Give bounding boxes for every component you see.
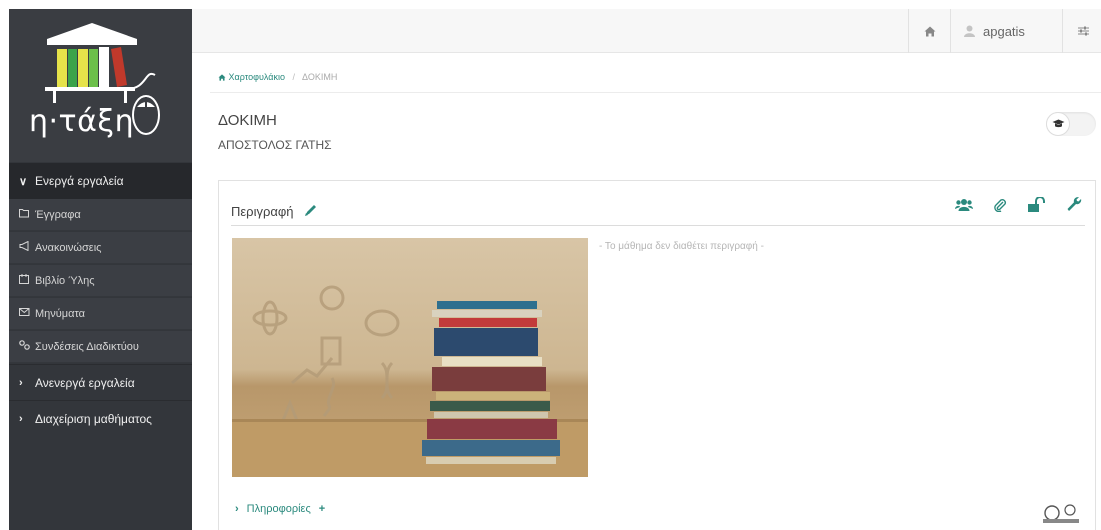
plus-icon: + xyxy=(318,503,326,515)
divider xyxy=(210,92,1101,93)
sidebar-item-syllabus[interactable]: Βιβλίο Ύλης xyxy=(9,265,192,297)
logo-emblem-icon xyxy=(45,23,160,135)
chevron-right-icon: › xyxy=(235,503,239,515)
home-icon xyxy=(924,26,936,36)
bullhorn-icon xyxy=(19,240,35,254)
envelope-icon xyxy=(19,307,35,320)
chevron-right-icon: › xyxy=(19,376,23,389)
divider xyxy=(1062,9,1063,53)
course-description-panel: Περιγραφή - Το μάθημα δεν διαθέτει περιγ… xyxy=(218,180,1096,530)
sidebar-item-label: Βιβλίο Ύλης xyxy=(35,274,95,287)
section-course-admin-label: Διαχείριση μαθήματος xyxy=(35,411,152,426)
sidebar-item-documents[interactable]: Έγγραφα xyxy=(9,199,192,231)
student-view-toggle[interactable] xyxy=(1046,112,1096,136)
no-description-text: - Το μάθημα δεν διαθέτει περιγραφή - xyxy=(599,241,764,252)
course-image-illustration xyxy=(232,285,588,477)
brand-name: η·τάξη xyxy=(29,104,135,139)
users-icon xyxy=(955,199,973,211)
username: apgatis xyxy=(983,23,1025,39)
sidebar-item-label: Συνδέσεις Διαδικτύου xyxy=(35,340,139,353)
top-bar: apgatis xyxy=(192,9,1101,53)
logo[interactable]: η·τάξη xyxy=(9,9,192,162)
sidebar-item-messages[interactable]: Μηνύματα xyxy=(9,298,192,330)
sidebar-item-label: Ανακοινώσεις xyxy=(35,241,102,254)
user-menu[interactable]: apgatis xyxy=(952,9,1062,53)
edit-description-button[interactable] xyxy=(304,203,318,220)
panel-title: Περιγραφή xyxy=(231,204,294,219)
course-image xyxy=(232,238,588,477)
creative-commons-license-icon[interactable] xyxy=(1043,503,1079,523)
panel-header: Περιγραφή xyxy=(231,203,318,220)
chevron-down-icon: ∨ xyxy=(19,175,28,188)
breadcrumb-separator: / xyxy=(292,72,296,82)
section-inactive-tools[interactable]: › Ανενεργά εργαλεία xyxy=(9,364,192,400)
divider xyxy=(950,9,951,53)
calendar-icon xyxy=(19,274,35,287)
section-active-tools-label: Ενεργά εργαλεία xyxy=(35,174,124,188)
divider xyxy=(908,9,909,53)
section-inactive-tools-label: Ανενεργά εργαλεία xyxy=(35,375,135,390)
link-icon xyxy=(19,340,35,353)
breadcrumb-home[interactable]: Χαρτοφυλάκιο xyxy=(218,72,288,82)
info-toggle-label: Πληροφορίες xyxy=(246,503,311,515)
course-instructor: ΑΠΟΣΤΟΛΟΣ ΓΑΤΗΣ xyxy=(218,138,332,152)
sidebar-item-announcements[interactable]: Ανακοινώσεις xyxy=(9,232,192,264)
divider xyxy=(231,225,1085,226)
tools-button[interactable] xyxy=(1067,197,1083,218)
sidebar-item-label: Μηνύματα xyxy=(35,307,86,320)
paperclip-icon xyxy=(994,199,1006,213)
breadcrumb: Χαρτοφυλάκιο / ΔΟΚΙΜΗ xyxy=(218,72,337,82)
home-button[interactable] xyxy=(910,9,950,53)
pencil-icon xyxy=(304,205,316,216)
home-icon xyxy=(218,74,226,81)
folder-open-icon xyxy=(19,208,35,221)
unlock-icon xyxy=(1028,196,1045,212)
sidebar-item-links[interactable]: Συνδέσεις Διαδικτύου xyxy=(9,331,192,363)
settings-button[interactable] xyxy=(1078,9,1098,53)
users-button[interactable] xyxy=(955,198,973,217)
graduation-cap-icon xyxy=(1046,112,1070,136)
user-icon xyxy=(964,25,975,37)
chevron-right-icon: › xyxy=(19,412,23,425)
wrench-icon xyxy=(1067,197,1082,211)
sidebar: η·τάξη ∨ Ενεργά εργαλεία Έγγραφα Ανακοιν… xyxy=(9,9,192,530)
breadcrumb-current: ΔΟΚΙΜΗ xyxy=(302,72,338,82)
panel-tools xyxy=(955,196,1083,218)
section-active-tools[interactable]: ∨ Ενεργά εργαλεία xyxy=(9,163,192,199)
attachments-button[interactable] xyxy=(993,198,1007,217)
sidebar-item-label: Έγγραφα xyxy=(35,208,81,221)
visibility-button[interactable] xyxy=(1027,196,1047,218)
page-title: ΔΟΚΙΜΗ xyxy=(218,112,277,129)
breadcrumb-home-label: Χαρτοφυλάκιο xyxy=(228,72,285,82)
sliders-icon xyxy=(1078,26,1089,36)
section-course-admin[interactable]: › Διαχείριση μαθήματος xyxy=(9,400,192,436)
info-toggle[interactable]: › Πληροφορίες + xyxy=(235,503,325,515)
